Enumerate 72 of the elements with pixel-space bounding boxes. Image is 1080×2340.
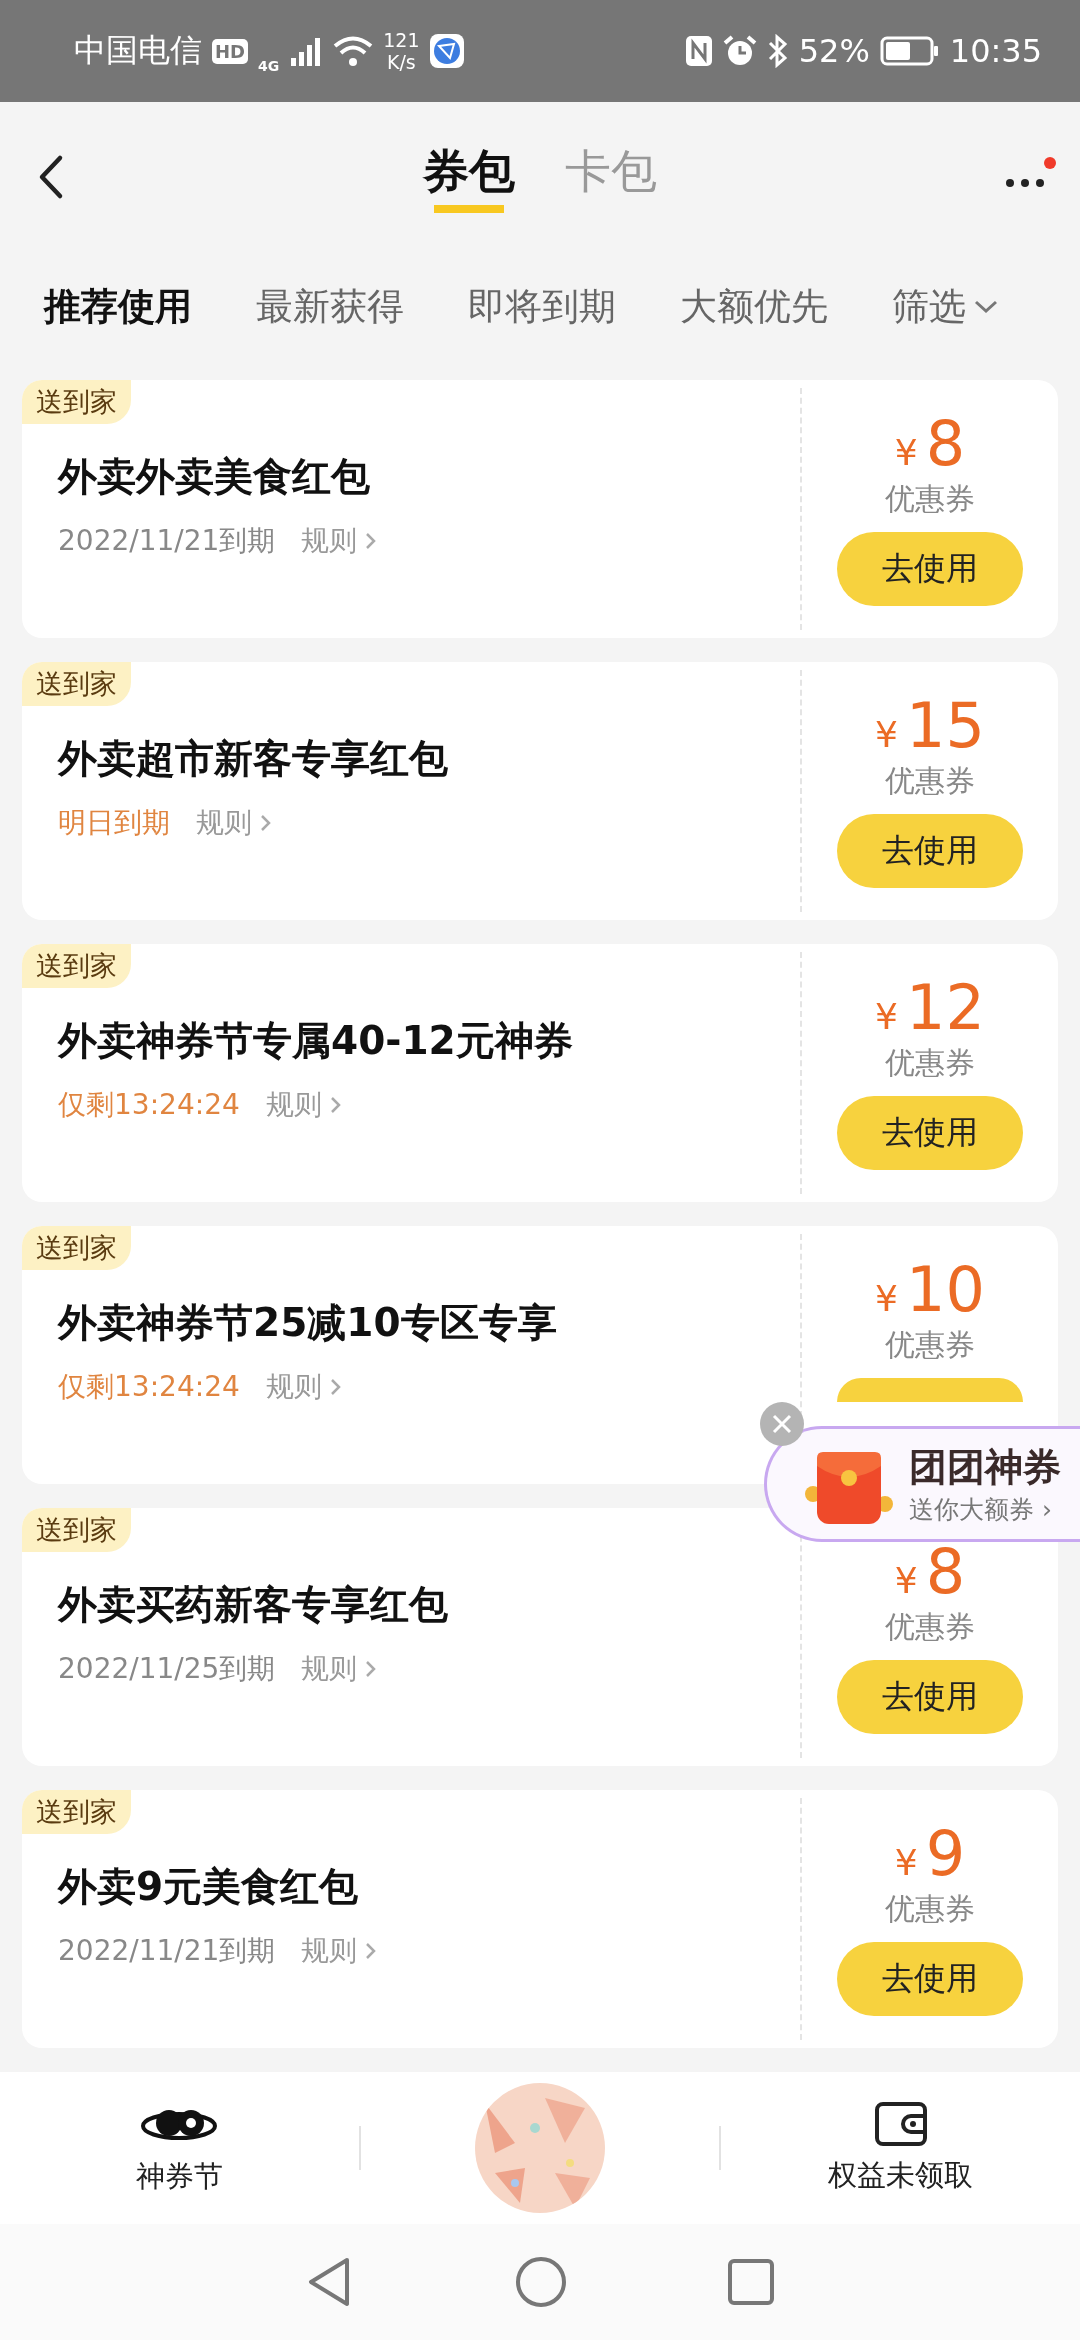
expiry-text: 仅剩13:24:24 bbox=[58, 1369, 240, 1405]
promo-title: 团团神券 bbox=[909, 1444, 1061, 1491]
currency-sign: ¥ bbox=[875, 1280, 898, 1317]
service-tag: 送到家 bbox=[22, 1790, 131, 1834]
network-type: 4G bbox=[258, 58, 280, 74]
use-button[interactable]: 去使用 bbox=[837, 531, 1023, 606]
coupon-amount: 8 bbox=[925, 1540, 966, 1603]
coupon-title: 外卖买药新客专享红包 bbox=[58, 1581, 449, 1629]
service-tag: 送到家 bbox=[22, 1226, 131, 1270]
hd-badge: HD bbox=[212, 38, 248, 64]
use-button[interactable]: 去使用 bbox=[837, 1659, 1023, 1734]
expiry-text: 仅剩13:24:24 bbox=[58, 1087, 240, 1123]
rules-link[interactable]: 规则 bbox=[301, 522, 380, 560]
battery-icon bbox=[879, 35, 940, 67]
currency-sign: ¥ bbox=[875, 998, 898, 1035]
coupon-title: 外卖9元美食红包 bbox=[58, 1863, 360, 1911]
currency-sign: ¥ bbox=[894, 1562, 918, 1599]
coupon-type: 优惠券 bbox=[885, 761, 975, 800]
nav-item[interactable]: 权益未领取 bbox=[721, 2100, 1080, 2196]
use-button[interactable]: 去使用 bbox=[837, 813, 1023, 888]
filter-dropdown[interactable]: 筛选 bbox=[892, 282, 1000, 332]
use-button[interactable]: 去使用 bbox=[837, 1095, 1023, 1170]
coupon-type: 优惠券 bbox=[885, 1607, 975, 1646]
currency-sign: ¥ bbox=[875, 716, 898, 753]
globe-app-icon bbox=[429, 34, 464, 68]
coupon-amount: 12 bbox=[906, 976, 985, 1039]
rules-link[interactable]: 规则 bbox=[301, 1650, 380, 1688]
coupon-type: 优惠券 bbox=[885, 1043, 975, 1082]
coupon-title: 外卖神券节专属40-12元神券 bbox=[58, 1017, 574, 1065]
wallet-icon bbox=[872, 2100, 929, 2148]
recents-nav-icon[interactable] bbox=[727, 2258, 775, 2306]
clock: 10:35 bbox=[949, 32, 1042, 70]
service-tag: 送到家 bbox=[22, 662, 131, 706]
expiry-text: 2022/11/21到期 bbox=[58, 1933, 276, 1969]
rules-link[interactable]: 规则 bbox=[196, 804, 274, 842]
expiry-text: 2022/11/25到期 bbox=[58, 1651, 276, 1687]
service-tag: 送到家 bbox=[22, 944, 131, 988]
sort-tab[interactable]: 大额优先 bbox=[680, 282, 828, 332]
network-speed: 121 K/s bbox=[383, 29, 420, 73]
sort-tab[interactable]: 最新获得 bbox=[256, 282, 404, 332]
rules-link[interactable]: 规则 bbox=[301, 1932, 380, 1970]
use-button[interactable]: 去使用 bbox=[837, 1941, 1023, 2016]
sort-tab[interactable]: 即将到期 bbox=[468, 282, 616, 332]
service-tag: 送到家 bbox=[22, 380, 131, 424]
coupon-title: 外卖神券节25减10专区专享 bbox=[58, 1299, 558, 1347]
home-nav-icon[interactable] bbox=[515, 2256, 567, 2308]
rules-link[interactable]: 规则 bbox=[265, 1368, 344, 1406]
expiry-text: 明日到期 bbox=[58, 805, 170, 841]
service-tag: 送到家 bbox=[22, 1508, 131, 1552]
expiry-text: 2022/11/21到期 bbox=[58, 523, 276, 559]
bluetooth-icon bbox=[766, 34, 789, 68]
coupon-amount: 8 bbox=[925, 412, 966, 475]
currency-sign: ¥ bbox=[894, 1844, 918, 1881]
promo-subtitle: 送你大额券 › bbox=[909, 1494, 1053, 1526]
coupon-title: 外卖超市新客专享红包 bbox=[58, 735, 449, 783]
coupon-amount: 10 bbox=[906, 1258, 985, 1321]
coupon-type: 优惠券 bbox=[885, 1325, 975, 1364]
battery-percent: 52% bbox=[798, 32, 870, 70]
nav-item[interactable]: 神券节 bbox=[0, 2099, 359, 2197]
coupon-type: 优惠券 bbox=[885, 1889, 975, 1928]
coupon-title: 外卖外卖美食红包 bbox=[58, 453, 371, 501]
coupon-type: 优惠券 bbox=[885, 479, 975, 518]
coupon-amount: 9 bbox=[925, 1822, 966, 1885]
promo-float-card[interactable]: 团团神券 送你大额券 › bbox=[764, 1426, 1080, 1542]
carrier-name: 中国电信 bbox=[74, 30, 202, 71]
rules-link[interactable]: 规则 bbox=[265, 1086, 344, 1124]
alarm-icon bbox=[722, 35, 757, 67]
currency-sign: ¥ bbox=[894, 434, 918, 471]
wifi-icon bbox=[333, 35, 374, 67]
nfc-icon bbox=[684, 35, 713, 67]
sort-tab[interactable]: 推荐使用 bbox=[44, 282, 192, 332]
coupon-amount: 15 bbox=[906, 694, 985, 757]
